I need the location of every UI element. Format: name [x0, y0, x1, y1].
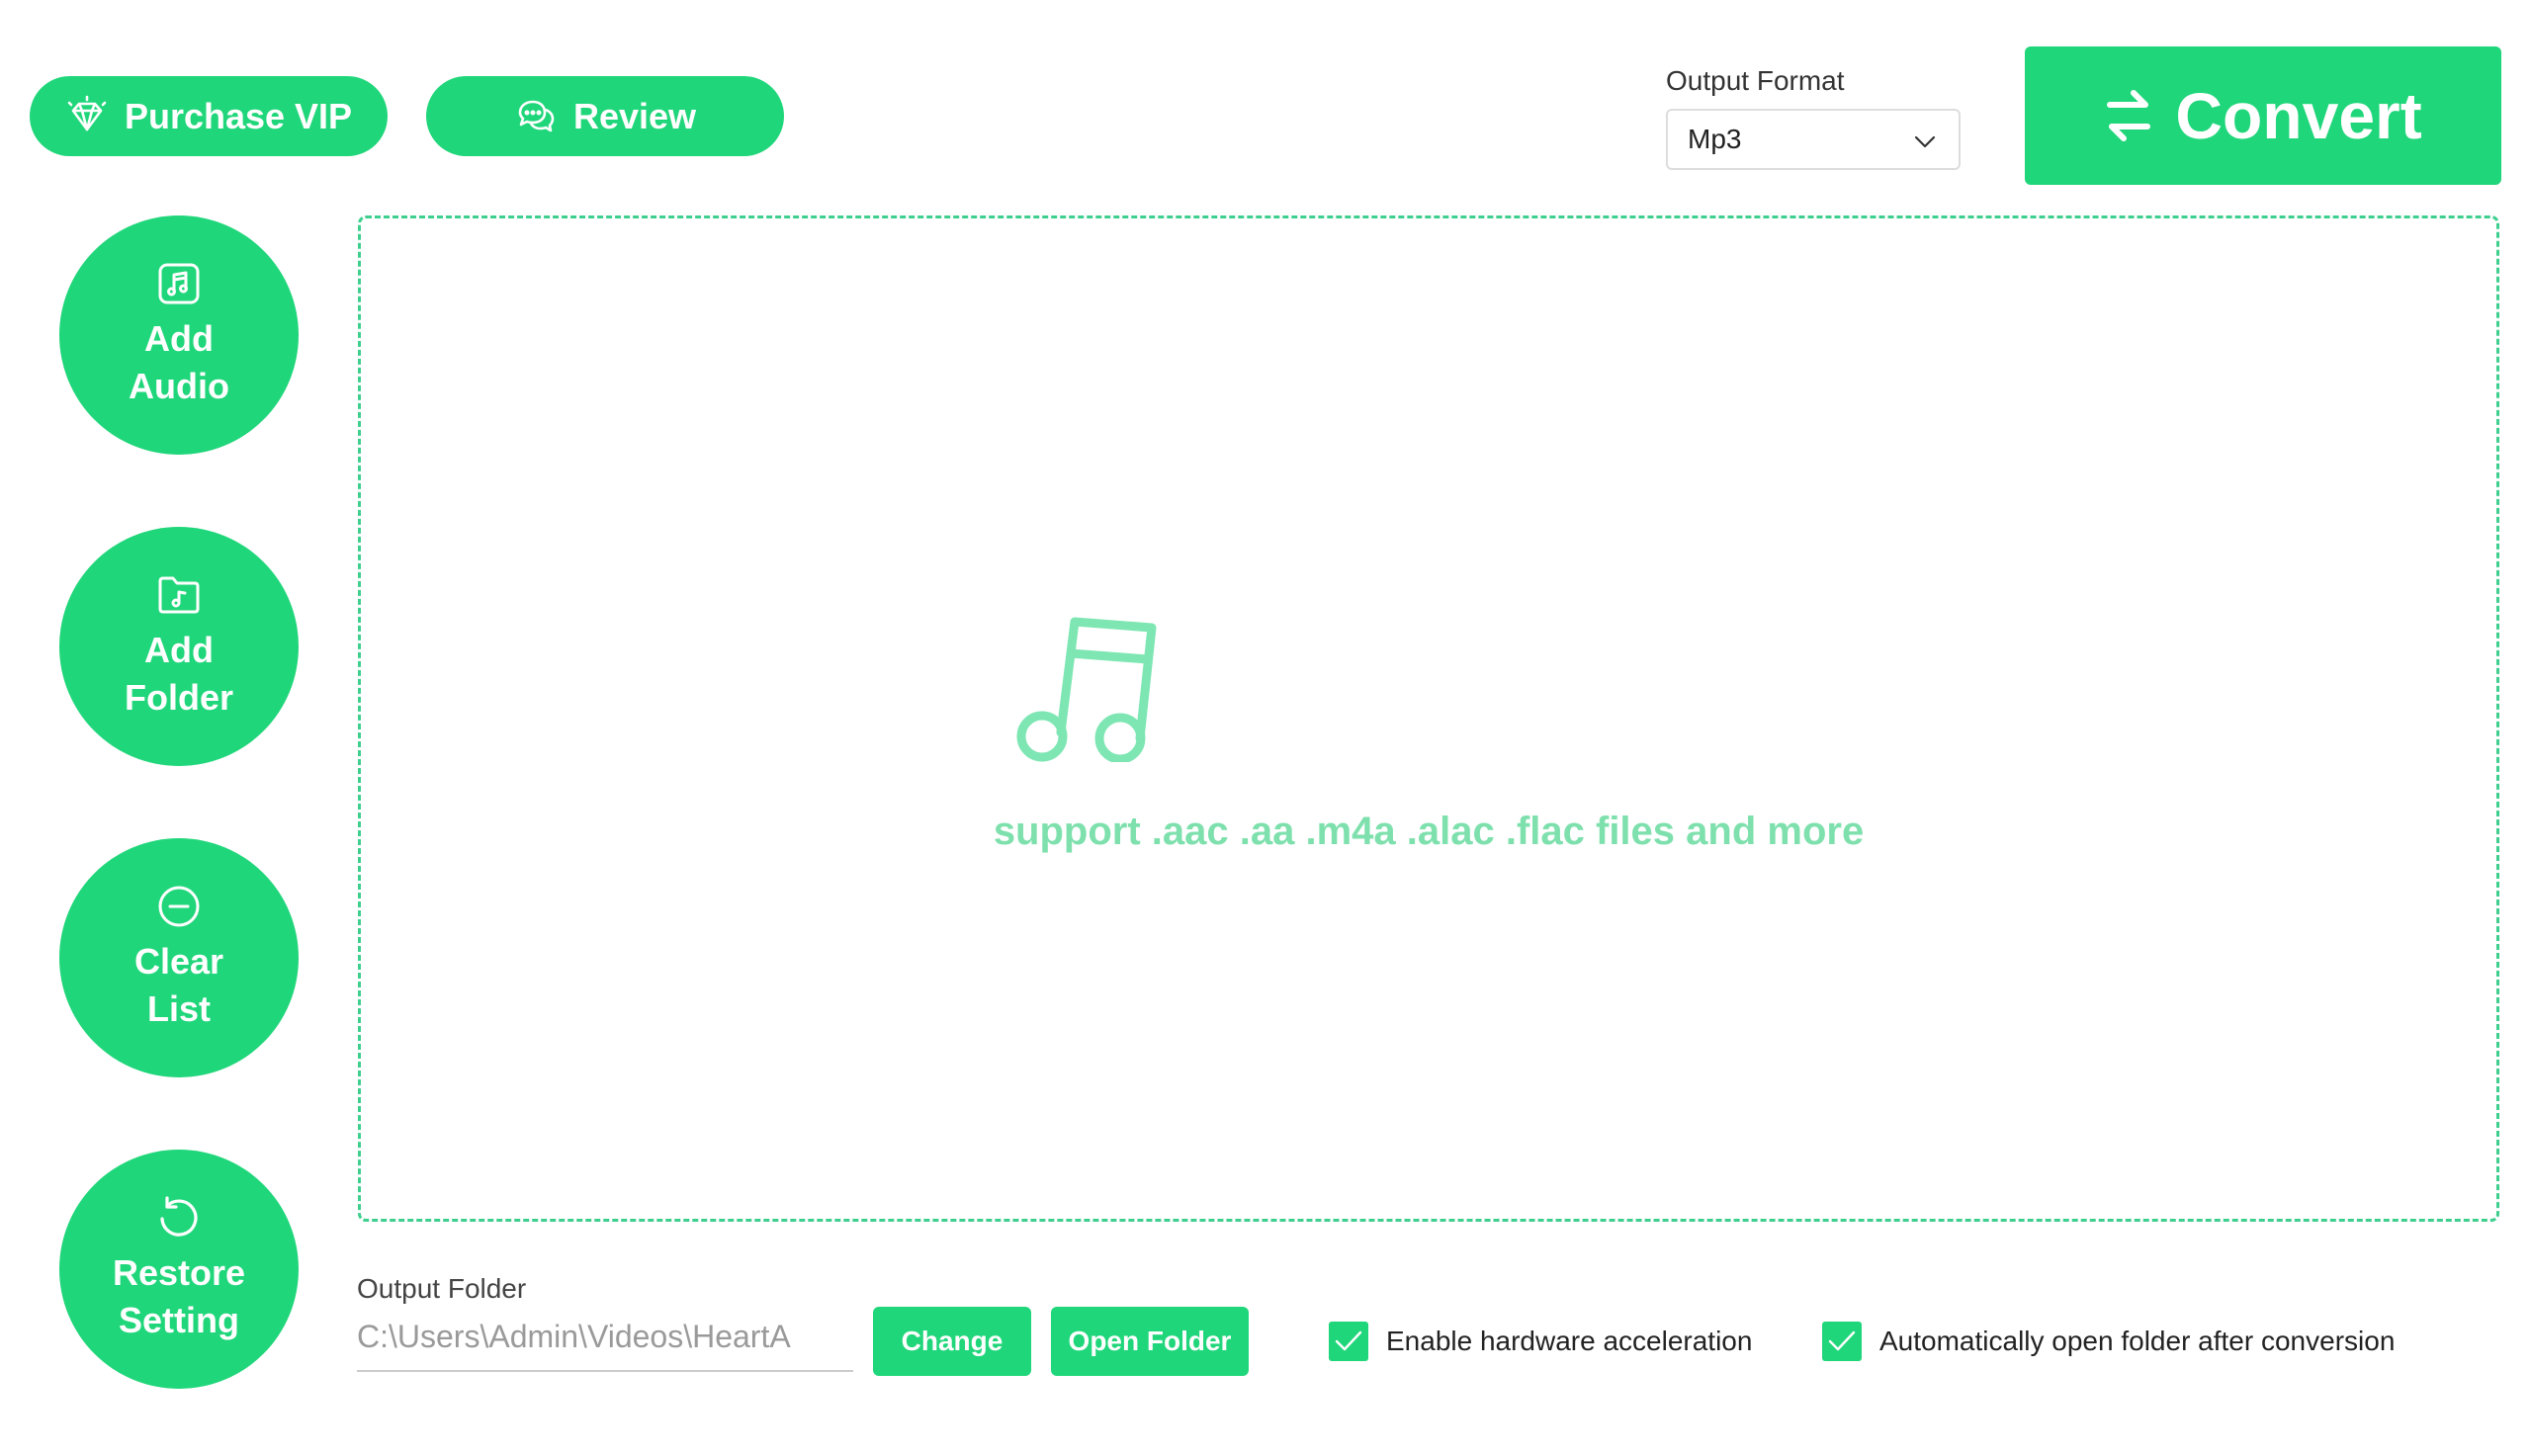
minus-circle-icon: [158, 886, 200, 927]
clear-list-button[interactable]: Clear List: [59, 838, 299, 1077]
auto-open-folder-label: Automatically open folder after conversi…: [1879, 1326, 2396, 1356]
checkmark-icon: [1335, 1330, 1362, 1351]
add-folder-button[interactable]: Add Folder: [59, 527, 299, 766]
app-window: Purchase VIP Review Output Format Mp3 Co…: [0, 0, 2531, 1456]
purchase-vip-label: Purchase VIP: [124, 95, 353, 136]
output-folder-label: Output Folder: [357, 1273, 527, 1304]
output-folder-path-input[interactable]: C:\Users\Admin\Videos\HeartA: [357, 1319, 853, 1372]
restore-setting-label-line2: Setting: [119, 1300, 239, 1340]
auto-open-folder-checkbox[interactable]: Automatically open folder after conversi…: [1822, 1322, 2395, 1361]
change-folder-button[interactable]: Change: [873, 1307, 1031, 1376]
checkbox-checked[interactable]: [1822, 1322, 1862, 1361]
music-folder-icon: [158, 576, 200, 614]
output-format-value: Mp3: [1688, 124, 1742, 154]
review-label: Review: [572, 95, 697, 136]
supported-formats-text: support .aac .aa .m4a .alac .flac files …: [993, 810, 1865, 853]
diamond-icon: [67, 95, 107, 130]
open-folder-button[interactable]: Open Folder: [1051, 1307, 1249, 1376]
chat-bubbles-icon: [518, 100, 555, 131]
restore-setting-label-line1: Restore: [112, 1252, 246, 1293]
convert-label: Convert: [2175, 79, 2422, 152]
add-folder-label-line2: Folder: [124, 677, 233, 718]
restore-setting-button[interactable]: Restore Setting: [59, 1150, 299, 1389]
file-drop-zone[interactable]: support .aac .aa .m4a .alac .flac files …: [358, 215, 2499, 1222]
checkbox-checked[interactable]: [1329, 1322, 1368, 1361]
output-format-select[interactable]: Mp3: [1666, 109, 1961, 170]
review-button[interactable]: Review: [426, 76, 784, 156]
music-note-icon: [1016, 617, 1157, 762]
clear-list-label-line2: List: [146, 988, 211, 1029]
add-folder-label-line1: Add: [144, 630, 214, 670]
add-audio-button[interactable]: Add Audio: [59, 215, 299, 455]
convert-button[interactable]: Convert: [2025, 46, 2501, 185]
clear-list-label-line1: Clear: [133, 941, 224, 982]
output-format-label: Output Format: [1666, 65, 1845, 96]
checkmark-icon: [1828, 1330, 1856, 1351]
add-audio-label-line2: Audio: [129, 366, 229, 406]
chevron-down-icon: [1914, 135, 1936, 148]
hardware-acceleration-label: Enable hardware acceleration: [1386, 1326, 1753, 1356]
restore-icon: [160, 1196, 198, 1237]
hardware-acceleration-checkbox[interactable]: Enable hardware acceleration: [1329, 1322, 1752, 1361]
add-audio-label-line1: Add: [144, 318, 214, 359]
purchase-vip-button[interactable]: Purchase VIP: [30, 76, 388, 156]
music-file-icon: [158, 263, 200, 304]
swap-arrows-icon: [2107, 90, 2151, 141]
